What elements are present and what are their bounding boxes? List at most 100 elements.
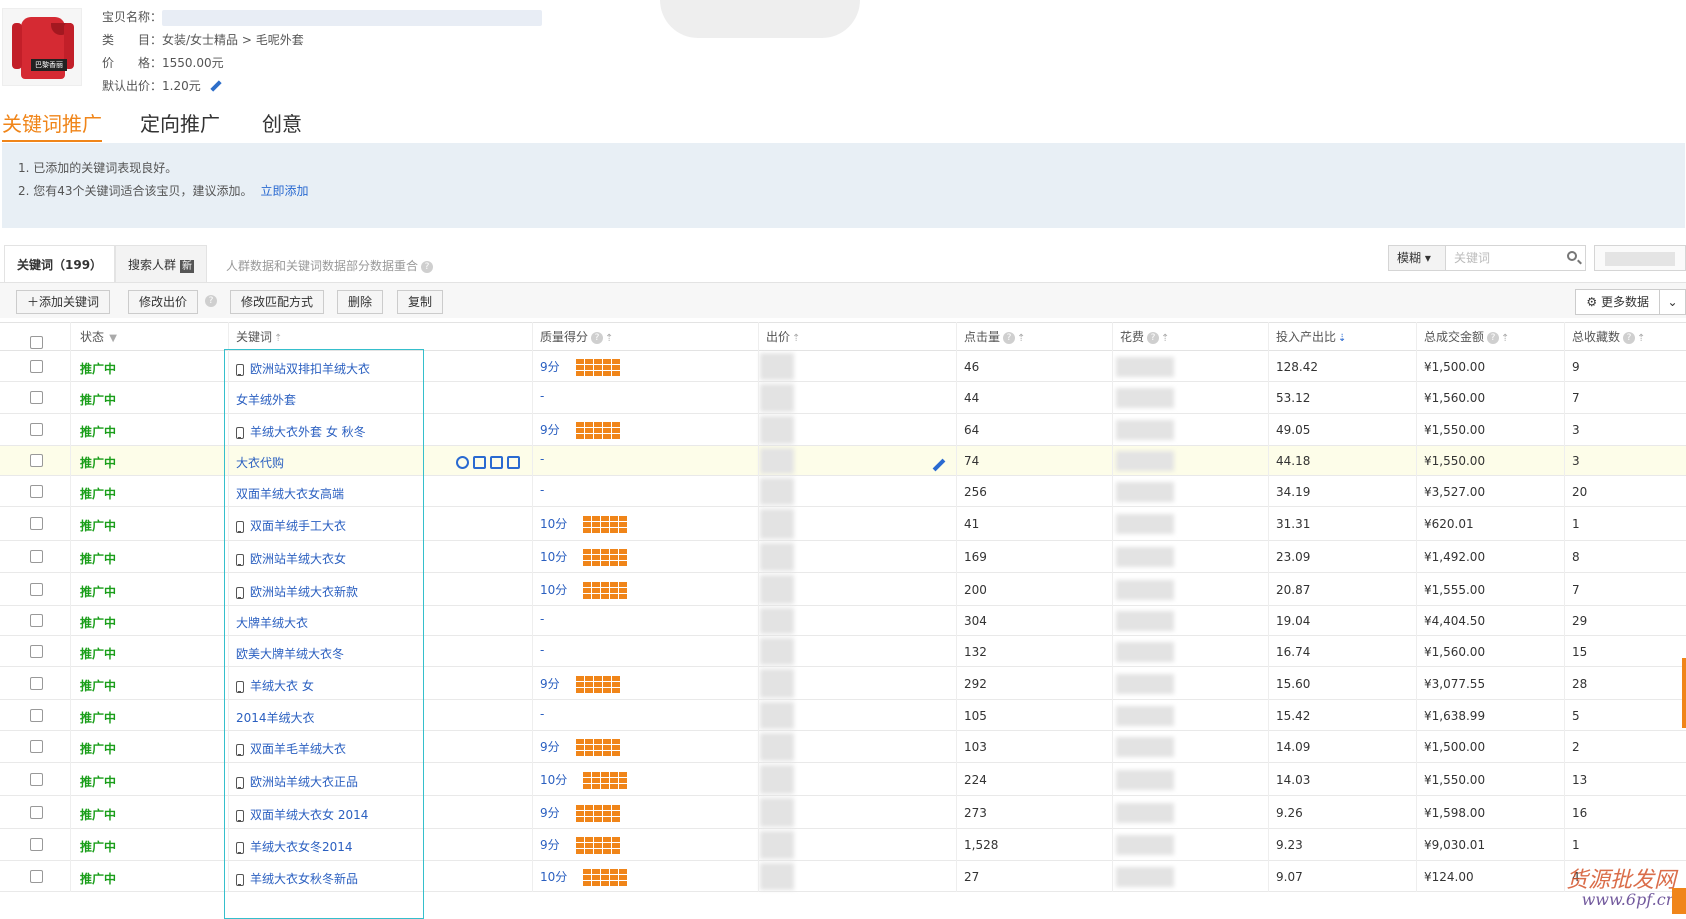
scrollbar-thumb[interactable] [1682,658,1686,728]
keyword-link[interactable]: 大衣代购 [236,456,284,470]
row-checkbox[interactable] [30,550,43,566]
bid-blurred[interactable] [760,382,802,414]
bid-blurred[interactable] [760,861,802,892]
keyword-cell[interactable]: 羊绒大衣女秋冬新品 [236,870,358,887]
row-checkbox[interactable] [30,583,43,599]
keyword-link[interactable]: 欧洲站羊绒大衣正品 [250,775,358,789]
bid-blurred[interactable] [760,606,802,636]
keyword-cell[interactable]: 欧洲站羊绒大衣新款 [236,583,358,600]
help-icon[interactable]: ? [421,260,434,273]
bid-blurred[interactable] [760,731,802,763]
keyword-cell[interactable]: 双面羊绒大衣女高端 [236,485,344,502]
keyword-link[interactable]: 2014羊绒大衣 [236,711,315,725]
row-checkbox[interactable] [30,391,43,407]
delete-button[interactable]: 删除 [337,290,384,314]
col-favorites[interactable]: 总收藏数? ⇡ [1572,323,1645,352]
row-checkbox[interactable] [30,517,43,533]
bid-blurred[interactable] [760,446,802,476]
row-checkbox[interactable] [30,360,43,376]
select-all-checkbox[interactable] [30,331,43,349]
bid-blurred[interactable] [760,476,802,507]
keyword-cell[interactable]: 女羊绒外套 [236,391,296,408]
bid-blurred[interactable] [760,573,802,606]
col-bid[interactable]: 出价 ⇡ [766,323,800,352]
target-icon[interactable] [456,456,469,469]
keyword-cell[interactable]: 大衣代购 [236,454,284,471]
col-clicks[interactable]: 点击量? ⇡ [964,323,1025,352]
bid-blurred[interactable] [760,351,802,382]
keyword-link[interactable]: 欧洲站双排扣羊绒大衣 [250,362,370,376]
keyword-link[interactable]: 双面羊绒大衣女 2014 [250,808,368,822]
copy-icon[interactable] [473,456,486,469]
chevron-down-icon[interactable]: ⌄ [1660,289,1686,315]
keyword-cell[interactable]: 双面羊绒手工大衣 [236,517,346,534]
keyword-cell[interactable]: 双面羊毛羊绒大衣 [236,740,346,757]
more-data-button[interactable]: ⚙ 更多数据 [1575,289,1660,315]
row-checkbox[interactable] [30,773,43,789]
col-status[interactable]: 状态 ▼ [80,323,117,352]
keyword-link[interactable]: 双面羊毛羊绒大衣 [250,742,346,756]
subtab-search-crowd[interactable]: 搜索人群新 [115,245,208,283]
edit-bid-button[interactable]: 修改出价 [128,290,199,314]
keyword-link[interactable]: 欧美大牌羊绒大衣冬 [236,647,344,661]
keyword-link[interactable]: 欧洲站羊绒大衣女 [250,552,346,566]
keyword-search-input[interactable]: 关键词 [1446,245,1586,271]
tab-creative[interactable]: 创意 [262,108,302,137]
keyword-link[interactable]: 羊绒大衣外套 女 秋冬 [250,425,366,439]
chart-icon[interactable] [490,456,503,469]
keyword-cell[interactable]: 欧洲站羊绒大衣正品 [236,773,358,790]
edit-bid-icon[interactable] [932,458,946,472]
row-checkbox[interactable] [30,740,43,756]
row-checkbox[interactable] [30,423,43,439]
product-thumbnail[interactable]: 巴黎香丽 [2,8,82,86]
col-quality[interactable]: 质量得分? ⇡ [540,323,613,352]
bid-blurred[interactable] [760,507,802,541]
keyword-link[interactable]: 羊绒大衣女秋冬新品 [250,872,358,886]
tab-targeted-promotion[interactable]: 定向推广 [140,108,220,137]
add-now-link[interactable]: 立即添加 [261,184,309,198]
keyword-link[interactable]: 女羊绒外套 [236,393,296,407]
row-checkbox[interactable] [30,454,43,470]
bid-blurred[interactable] [760,763,802,796]
keyword-link[interactable]: 羊绒大衣女冬2014 [250,840,353,854]
add-keyword-button[interactable]: ＋添加关键词 [16,290,111,314]
help-icon[interactable]: ? [205,295,217,307]
bid-blurred[interactable] [760,829,802,861]
row-checkbox[interactable] [30,806,43,822]
match-mode-select[interactable]: 模糊 ▾ [1388,245,1446,271]
bid-blurred[interactable] [760,796,802,829]
row-checkbox[interactable] [30,838,43,854]
keyword-cell[interactable]: 双面羊绒大衣女 2014 [236,806,368,823]
row-checkbox[interactable] [30,485,43,501]
keyword-link[interactable]: 双面羊绒大衣女高端 [236,487,344,501]
edit-match-button[interactable]: 修改匹配方式 [230,290,325,314]
col-roi[interactable]: 投入产出比 ⇣ [1276,323,1346,352]
row-checkbox[interactable] [30,870,43,886]
row-checkbox[interactable] [30,614,43,630]
bid-blurred[interactable] [760,700,802,731]
keyword-link[interactable]: 双面羊绒手工大衣 [250,519,346,533]
bid-blurred[interactable] [760,414,802,446]
trash-icon[interactable] [507,456,520,469]
copy-button[interactable]: 复制 [397,290,444,314]
col-total-amount[interactable]: 总成交金额? ⇡ [1424,323,1509,352]
tab-keyword-promotion[interactable]: 关键词推广 [2,108,102,142]
row-checkbox[interactable] [30,677,43,693]
keyword-cell[interactable]: 欧美大牌羊绒大衣冬 [236,645,344,662]
keyword-cell[interactable]: 欧洲站双排扣羊绒大衣 [236,360,370,377]
keyword-link[interactable]: 大牌羊绒大衣 [236,616,308,630]
row-checkbox[interactable] [30,709,43,725]
blurred-filter-box[interactable] [1594,245,1686,271]
keyword-link[interactable]: 欧洲站羊绒大衣新款 [250,585,358,599]
keyword-cell[interactable]: 羊绒大衣外套 女 秋冬 [236,423,366,440]
keyword-cell[interactable]: 羊绒大衣女冬2014 [236,838,353,855]
keyword-cell[interactable]: 大牌羊绒大衣 [236,614,308,631]
keyword-cell[interactable]: 羊绒大衣 女 [236,677,314,694]
bid-blurred[interactable] [760,636,802,667]
subtab-keywords[interactable]: 关键词（199） [4,245,116,283]
search-icon[interactable] [1567,251,1577,261]
col-keyword[interactable]: 关键词 ⇡ [236,323,282,352]
keyword-link[interactable]: 羊绒大衣 女 [250,679,314,693]
bid-blurred[interactable] [760,541,802,573]
bid-blurred[interactable] [760,667,802,700]
